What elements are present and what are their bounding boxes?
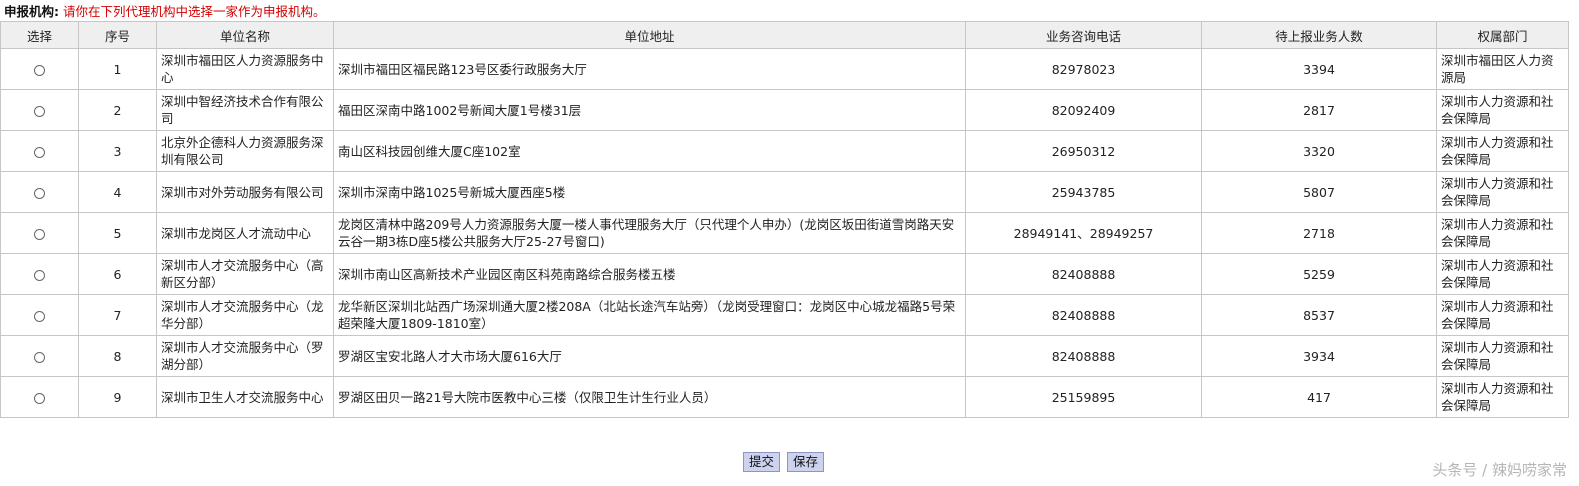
agency-address: 福田区深南中路1002号新闻大厦1号楼31层 (333, 89, 966, 131)
agency-name: 北京外企德科人力资源服务深圳有限公司 (156, 130, 334, 172)
agency-dept: 深圳市人力资源和社会保障局 (1436, 171, 1569, 213)
table-row: 3 北京外企德科人力资源服务深圳有限公司 南山区科技园创维大厦C座102室 26… (0, 130, 1569, 172)
pending-count: 8537 (1201, 294, 1437, 336)
select-cell (0, 376, 79, 418)
table-row: 5 深圳市龙岗区人才流动中心 龙岗区清林中路209号人力资源服务大厦一楼人事代理… (0, 212, 1569, 254)
select-radio[interactable] (34, 269, 45, 281)
agency-dept: 深圳市福田区人力资源局 (1436, 48, 1569, 90)
pending-count: 3320 (1201, 130, 1437, 172)
agency-phone: 82408888 (965, 253, 1202, 295)
row-number: 4 (78, 171, 157, 213)
col-header-no: 序号 (78, 21, 157, 49)
agency-phone: 25159895 (965, 376, 1202, 418)
watermark-text: 头条号 / 辣妈唠家常 (1432, 461, 1567, 479)
submit-button[interactable]: 提交 (743, 452, 781, 472)
heading-label: 申报机构: (4, 4, 59, 19)
agency-dept: 深圳市人力资源和社会保障局 (1436, 89, 1569, 131)
agency-name: 深圳市对外劳动服务有限公司 (156, 171, 334, 213)
col-header-count: 待上报业务人数 (1201, 21, 1437, 49)
select-radio[interactable] (34, 64, 45, 76)
select-radio[interactable] (34, 146, 45, 158)
pending-count: 3394 (1201, 48, 1437, 90)
col-header-select: 选择 (0, 21, 79, 49)
agency-dept: 深圳市人力资源和社会保障局 (1436, 376, 1569, 418)
row-number: 7 (78, 294, 157, 336)
agency-dept: 深圳市人力资源和社会保障局 (1436, 253, 1569, 295)
select-radio[interactable] (34, 187, 45, 199)
pending-count: 5807 (1201, 171, 1437, 213)
table-row: 1 深圳市福田区人力资源服务中心 深圳市福田区福民路123号区委行政服务大厅 8… (0, 48, 1569, 90)
select-cell (0, 48, 79, 90)
col-header-phone: 业务咨询电话 (965, 21, 1202, 49)
select-cell (0, 253, 79, 295)
agency-address: 罗湖区田贝一路21号大院市医教中心三楼（仅限卫生计生行业人员） (333, 376, 966, 418)
pending-count: 2817 (1201, 89, 1437, 131)
col-header-name: 单位名称 (156, 21, 334, 49)
agency-address: 深圳市深南中路1025号新城大厦西座5楼 (333, 171, 966, 213)
agency-name: 深圳中智经济技术合作有限公司 (156, 89, 334, 131)
agency-name: 深圳市卫生人才交流服务中心 (156, 376, 334, 418)
agency-name: 深圳市人才交流服务中心（高新区分部） (156, 253, 334, 295)
table-row: 4 深圳市对外劳动服务有限公司 深圳市深南中路1025号新城大厦西座5楼 259… (0, 171, 1569, 213)
row-number: 1 (78, 48, 157, 90)
agency-phone: 82408888 (965, 294, 1202, 336)
agency-phone: 82978023 (965, 48, 1202, 90)
table-row: 6 深圳市人才交流服务中心（高新区分部） 深圳市南山区高新技术产业园区南区科苑南… (0, 253, 1569, 295)
table-row: 8 深圳市人才交流服务中心（罗湖分部） 罗湖区宝安北路人才大市场大厦616大厅 … (0, 335, 1569, 377)
col-header-address: 单位地址 (333, 21, 966, 49)
agency-phone: 25943785 (965, 171, 1202, 213)
row-number: 9 (78, 376, 157, 418)
select-cell (0, 89, 79, 131)
agency-name: 深圳市福田区人力资源服务中心 (156, 48, 334, 90)
agency-dept: 深圳市人力资源和社会保障局 (1436, 212, 1569, 254)
agency-dept: 深圳市人力资源和社会保障局 (1436, 130, 1569, 172)
row-number: 2 (78, 89, 157, 131)
agency-dept: 深圳市人力资源和社会保障局 (1436, 335, 1569, 377)
agency-phone: 82092409 (965, 89, 1202, 131)
select-radio[interactable] (34, 392, 45, 404)
agency-address: 深圳市南山区高新技术产业园区南区科苑南路综合服务楼五楼 (333, 253, 966, 295)
select-cell (0, 335, 79, 377)
select-radio[interactable] (34, 105, 45, 117)
pending-count: 2718 (1201, 212, 1437, 254)
agency-table: 选择 序号 单位名称 单位地址 业务咨询电话 待上报业务人数 权属部门 1 深圳… (0, 21, 1569, 418)
select-cell (0, 294, 79, 336)
pending-count: 417 (1201, 376, 1437, 418)
select-cell (0, 130, 79, 172)
pending-count: 3934 (1201, 335, 1437, 377)
select-cell (0, 171, 79, 213)
table-header-row: 选择 序号 单位名称 单位地址 业务咨询电话 待上报业务人数 权属部门 (0, 21, 1569, 49)
agency-name: 深圳市人才交流服务中心（龙华分部） (156, 294, 334, 336)
pending-count: 5259 (1201, 253, 1437, 295)
table-row: 2 深圳中智经济技术合作有限公司 福田区深南中路1002号新闻大厦1号楼31层 … (0, 89, 1569, 131)
agency-dept: 深圳市人力资源和社会保障局 (1436, 294, 1569, 336)
agency-address: 龙岗区清林中路209号人力资源服务大厦一楼人事代理服务大厅（只代理个人申办）(龙… (333, 212, 966, 254)
agency-name: 深圳市人才交流服务中心（罗湖分部） (156, 335, 334, 377)
select-radio[interactable] (34, 351, 45, 363)
select-radio[interactable] (34, 310, 45, 322)
table-row: 7 深圳市人才交流服务中心（龙华分部） 龙华新区深圳北站西广场深圳通大厦2楼20… (0, 294, 1569, 336)
row-number: 3 (78, 130, 157, 172)
agency-address: 罗湖区宝安北路人才大市场大厦616大厅 (333, 335, 966, 377)
agency-phone: 26950312 (965, 130, 1202, 172)
agency-address: 深圳市福田区福民路123号区委行政服务大厅 (333, 48, 966, 90)
agency-phone: 28949141、28949257 (965, 212, 1202, 254)
row-number: 8 (78, 335, 157, 377)
row-number: 6 (78, 253, 157, 295)
col-header-dept: 权属部门 (1436, 21, 1569, 49)
save-button[interactable]: 保存 (787, 452, 825, 472)
agency-name: 深圳市龙岗区人才流动中心 (156, 212, 334, 254)
table-row: 9 深圳市卫生人才交流服务中心 罗湖区田贝一路21号大院市医教中心三楼（仅限卫生… (0, 376, 1569, 418)
select-cell (0, 212, 79, 254)
heading-instruction: 请你在下列代理机构中选择一家作为申报机构。 (62, 4, 326, 19)
select-radio[interactable] (34, 228, 45, 240)
agency-address: 龙华新区深圳北站西广场深圳通大厦2楼208A（北站长途汽车站旁）（龙岗受理窗口：… (333, 294, 966, 336)
agency-address: 南山区科技园创维大厦C座102室 (333, 130, 966, 172)
agency-phone: 82408888 (965, 335, 1202, 377)
row-number: 5 (78, 212, 157, 254)
page-heading: 申报机构: 请你在下列代理机构中选择一家作为申报机构。 (4, 4, 326, 20)
